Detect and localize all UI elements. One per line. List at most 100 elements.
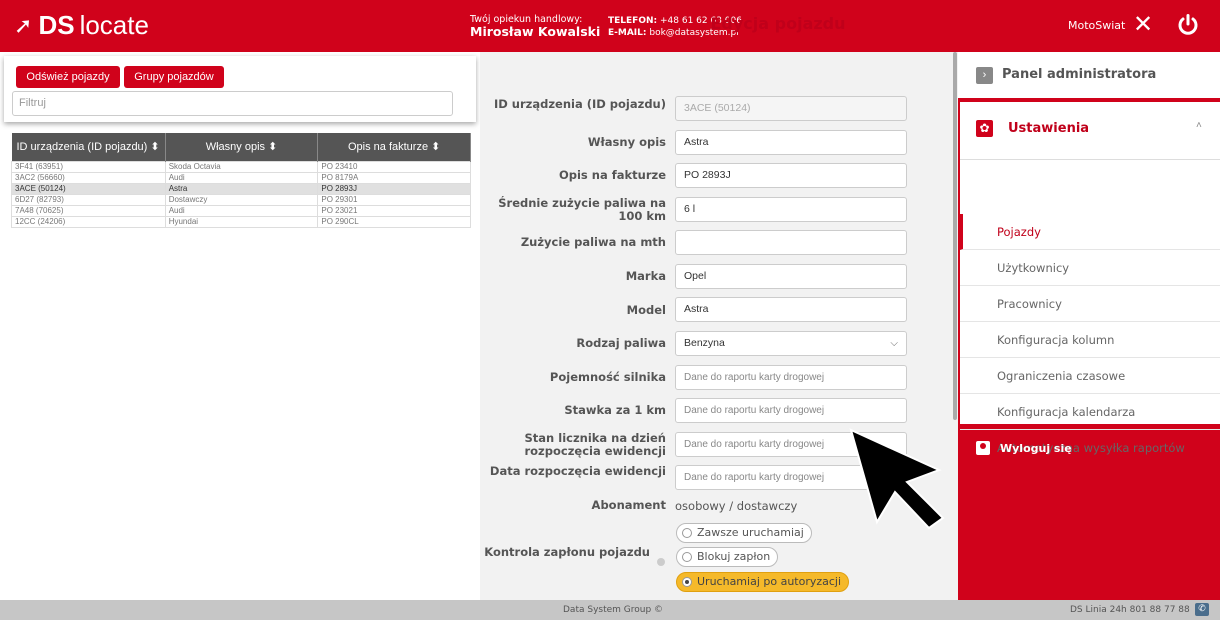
- radio-icon: [682, 552, 692, 562]
- cell-invoice: PO 2893J: [317, 182, 471, 195]
- cell-id: 7A48 (70625): [11, 204, 166, 217]
- cell-id: 3AC2 (56660): [11, 171, 166, 184]
- column-header-invoice-desc[interactable]: Opis na fakturze ⬍: [317, 133, 471, 161]
- ignition-option-always[interactable]: Zawsze uruchamiaj: [676, 523, 812, 543]
- label-fuel-mth: Zużycie paliwa na mth: [520, 235, 666, 249]
- cell-invoice: PO 290CL: [317, 215, 471, 228]
- cell-id: 3ACE (50124): [11, 182, 166, 195]
- admin-panel: › Panel administratora ✿ Ustawienia ˄ Po…: [958, 52, 1220, 600]
- radio-selected-icon: [682, 577, 692, 587]
- menu-item-columns[interactable]: Konfiguracja kolumn: [960, 322, 1220, 358]
- cell-invoice: PO 23021: [317, 204, 471, 217]
- label-avg-fuel: Średnie zużycie paliwa na 100 km: [498, 196, 666, 223]
- settings-header[interactable]: ✿ Ustawienia ˄: [960, 102, 1220, 160]
- admin-panel-header[interactable]: › Panel administratora: [958, 52, 1220, 98]
- table-row[interactable]: 3F41 (63951) Skoda Octavia PO 23410: [11, 160, 471, 173]
- logo-bold: DS: [38, 10, 75, 40]
- mouse-cursor-icon: [849, 428, 945, 530]
- close-icon[interactable]: ✕: [1133, 10, 1153, 38]
- table-row[interactable]: 12CC (24206) Hyundai PO 290CL: [11, 215, 471, 228]
- vehicle-list-panel: Odśwież pojazdy Grupy pojazdów Filtruj I…: [0, 52, 480, 600]
- table-row[interactable]: 3AC2 (56660) Audi PO 8179A: [11, 171, 471, 184]
- ignition-option-authorized[interactable]: Uruchamiaj po autoryzacji: [676, 572, 850, 592]
- logo-arrow-icon: ➚: [14, 12, 33, 38]
- cell-desc: Dostawczy: [164, 193, 319, 206]
- cell-invoice: PO 29301: [317, 193, 471, 206]
- label-start-date: Data rozpoczęcia ewidencji: [489, 464, 666, 478]
- ignition-option-label: Blokuj zapłon: [697, 550, 771, 563]
- logo-light: locate: [79, 10, 149, 40]
- label-own-desc: Własny opis: [587, 135, 666, 149]
- cell-desc: Astra: [164, 182, 319, 195]
- cell-invoice: PO 23410: [317, 160, 471, 173]
- vehicle-groups-button[interactable]: Grupy pojazdów: [124, 66, 224, 88]
- footer-company: Data System Group ©: [563, 605, 664, 615]
- menu-item-time-limits[interactable]: Ograniczenia czasowe: [960, 358, 1220, 394]
- label-odometer: Stan licznika na dzień rozpoczęcia ewide…: [524, 431, 666, 458]
- cell-id: 12CC (24206): [11, 215, 166, 228]
- fuel-mth-field[interactable]: [675, 230, 907, 255]
- phone-icon[interactable]: ✆: [1195, 603, 1209, 616]
- vehicle-list-toolbar: Odśwież pojazdy Grupy pojazdów Filtruj: [4, 56, 476, 122]
- label-ignition: Kontrola zapłonu pojazdu: [484, 545, 650, 559]
- menu-item-users[interactable]: Użytkownicy: [960, 250, 1220, 286]
- chevron-up-icon: ˄: [1196, 120, 1202, 131]
- cell-desc: Audi: [164, 204, 319, 217]
- cell-desc: Hyundai: [164, 215, 319, 228]
- settings-title: Ustawienia: [1008, 121, 1090, 136]
- menu-item-calendar[interactable]: Konfiguracja kalendarza: [960, 394, 1220, 430]
- model-field[interactable]: Astra: [675, 297, 907, 322]
- label-subscription: Abonament: [591, 498, 666, 512]
- info-icon[interactable]: [657, 558, 665, 566]
- logout-button[interactable]: Wyloguj się: [976, 441, 1072, 455]
- ignition-option-block[interactable]: Blokuj zapłon: [676, 547, 779, 567]
- menu-item-vehicles[interactable]: Pojazdy: [960, 214, 1220, 250]
- cell-invoice: PO 8179A: [317, 171, 471, 184]
- ignition-option-label: Zawsze uruchamiaj: [697, 526, 804, 539]
- gear-icon: ✿: [976, 120, 993, 137]
- column-header-device-id[interactable]: ID urządzenia (ID pojazdu) ⬍: [11, 133, 166, 161]
- logo[interactable]: ➚ DS locate: [14, 10, 149, 41]
- invoice-desc-field[interactable]: PO 2893J: [675, 163, 907, 188]
- table-row-selected[interactable]: 3ACE (50124) Astra PO 2893J: [11, 182, 471, 195]
- label-engine: Pojemność silnika: [549, 370, 666, 384]
- settings-section: ✿ Ustawienia ˄ Pojazdy Użytkownicy Praco…: [960, 102, 1220, 455]
- radio-icon: [682, 528, 692, 538]
- cell-desc: Audi: [164, 171, 319, 184]
- subscription-value: osobowy / dostawczy: [675, 499, 798, 513]
- label-rate: Stawka za 1 km: [564, 403, 666, 417]
- vehicle-table: ID urządzenia (ID pojazdu) ⬍ Własny opis…: [11, 133, 471, 228]
- label-brand: Marka: [625, 269, 666, 283]
- fuel-type-value: Benzyna: [684, 337, 725, 349]
- rate-field[interactable]: Dane do raportu karty drogowej: [675, 398, 907, 423]
- table-row[interactable]: 6D27 (82793) Dostawczy PO 29301: [11, 193, 471, 206]
- menu-item-employees[interactable]: Pracownicy: [960, 286, 1220, 322]
- cell-desc: Skoda Octavia: [164, 160, 319, 173]
- table-row[interactable]: 7A48 (70625) Audi PO 23021: [11, 204, 471, 217]
- fuel-type-select[interactable]: Benzyna ⌵: [675, 331, 907, 356]
- avg-fuel-field[interactable]: 6 l: [675, 197, 907, 222]
- own-desc-field[interactable]: Astra: [675, 130, 907, 155]
- ignition-option-label: Uruchamiaj po autoryzacji: [697, 575, 842, 588]
- chevron-down-icon: ⌵: [890, 338, 898, 349]
- cell-id: 3F41 (63951): [11, 160, 166, 173]
- chevron-right-icon: ›: [976, 67, 993, 84]
- cell-id: 6D27 (82793): [11, 193, 166, 206]
- footer: Data System Group © DS Linia 24h 801 88 …: [0, 600, 1220, 620]
- label-fuel-type: Rodzaj paliwa: [576, 336, 666, 350]
- engine-field[interactable]: Dane do raportu karty drogowej: [675, 365, 907, 390]
- brand-field[interactable]: Opel: [675, 264, 907, 289]
- label-device-id: ID urządzenia (ID pojazdu): [493, 97, 666, 111]
- device-id-field: 3ACE (50124): [675, 96, 907, 121]
- filter-input[interactable]: Filtruj: [12, 91, 453, 116]
- user-name[interactable]: MotoSwiat: [1068, 19, 1125, 32]
- label-model: Model: [626, 303, 666, 317]
- power-icon[interactable]: [1177, 14, 1199, 36]
- user-icon: [976, 441, 990, 455]
- admin-panel-title: Panel administratora: [1002, 67, 1157, 82]
- footer-hotline: DS Linia 24h 801 88 77 88: [1070, 605, 1190, 615]
- column-header-own-desc[interactable]: Własny opis ⬍: [165, 133, 319, 161]
- logout-label: Wyloguj się: [1000, 441, 1072, 455]
- refresh-vehicles-button[interactable]: Odśwież pojazdy: [16, 66, 120, 88]
- form-title: Edycja pojazdu: [710, 14, 846, 33]
